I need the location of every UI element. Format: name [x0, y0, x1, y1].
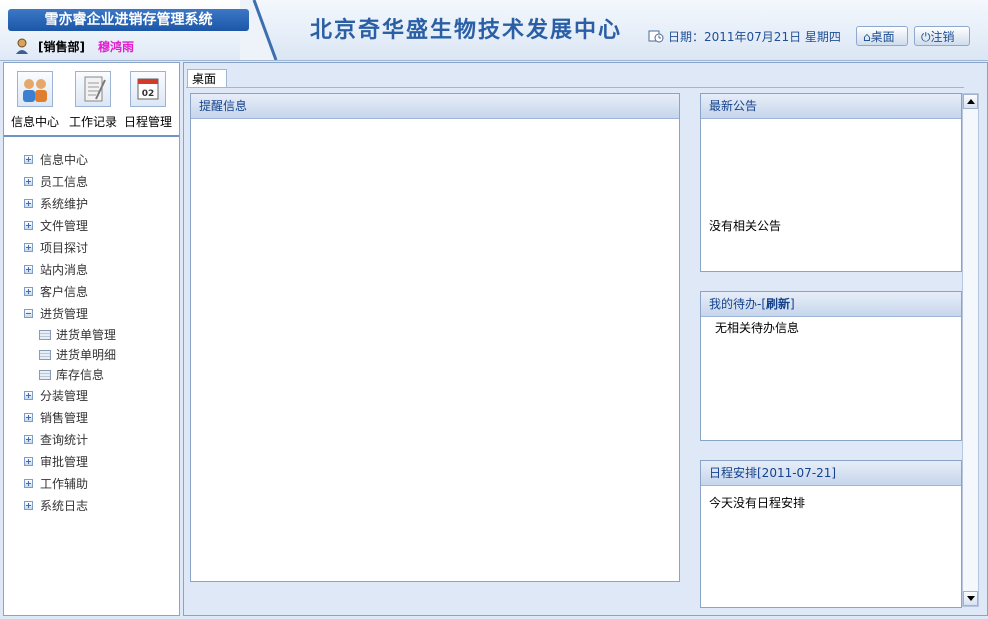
logout-button-label: 注销 [930, 30, 955, 44]
todo-panel: 我的待办-[刷新] 无相关待办信息 [700, 291, 962, 441]
scroll-up-arrow-icon[interactable] [963, 94, 978, 109]
nav-item-purchase-management[interactable]: 进货管理 [20, 303, 170, 325]
nav-item-label: 站内消息 [40, 263, 89, 277]
user-department: [销售部] [38, 40, 85, 54]
nav-subitem-purchase-order-details[interactable]: 进货单明细 [20, 345, 170, 365]
todo-panel-title: 我的待办-[刷新] [701, 292, 961, 317]
schedule-panel: 日程安排[2011-07-21] 今天没有日程安排 [700, 460, 962, 608]
nav-item-label: 项目探讨 [40, 241, 89, 255]
nav-item-info-center[interactable]: 信息中心 [20, 149, 170, 171]
nav-item-sales-management[interactable]: 销售管理 [20, 407, 170, 429]
nav-item-label: 系统日志 [40, 499, 89, 513]
document-icon [39, 350, 51, 360]
user-name: 穆鸿雨 [98, 40, 135, 54]
shortcut-schedule[interactable]: 02 日程管理 [120, 71, 176, 133]
desktop-button-label: 桌面 [870, 30, 895, 44]
shortcut-label: 日程管理 [123, 115, 172, 129]
nav-tree: 信息中心 员工信息 系统维护 文件管理 项目探讨 站内消息 客户信息 进货管理 … [20, 149, 170, 517]
nav-subitem-purchase-order-management[interactable]: 进货单管理 [20, 325, 170, 345]
expand-icon [24, 413, 33, 422]
expand-icon [24, 221, 33, 230]
nav-item-employee-info[interactable]: 员工信息 [20, 171, 170, 193]
nav-item-approval-management[interactable]: 审批管理 [20, 451, 170, 473]
notice-panel: 最新公告 没有相关公告 [700, 93, 962, 272]
nav-item-label: 文件管理 [40, 219, 89, 233]
expand-icon [24, 177, 33, 186]
remind-panel-title: 提醒信息 [191, 94, 679, 119]
calendar-day-badge: 02 [142, 89, 155, 99]
document-icon [39, 370, 51, 380]
todo-panel-body: 无相关待办信息 [715, 321, 800, 335]
nav-subitem-inventory-info[interactable]: 库存信息 [20, 365, 170, 385]
sidebar: 信息中心 工作记录 02 日程管理 信息中心 员工信息 系统维护 文件管理 项目 [3, 62, 180, 616]
expand-icon [24, 457, 33, 466]
nav-item-label: 审批管理 [40, 455, 89, 469]
nav-subitem-label: 进货单明细 [56, 348, 117, 362]
power-icon: ⏻ [921, 30, 931, 44]
calendar-icon: 02 [130, 71, 166, 107]
organization-title: 北京奇华盛生物技术发展中心 [310, 17, 623, 43]
logout-button[interactable]: ⏻注销 [914, 26, 970, 46]
vertical-scrollbar[interactable] [962, 93, 979, 607]
system-title: 雪亦睿企业进销存管理系统 [8, 9, 249, 31]
nav-item-label: 进货管理 [40, 307, 89, 321]
shortcut-label: 工作记录 [68, 115, 117, 129]
desktop-button[interactable]: ⌂桌面 [856, 26, 908, 46]
shortcut-info-center[interactable]: 信息中心 [7, 71, 63, 133]
expand-icon [24, 501, 33, 510]
nav-item-project-discussion[interactable]: 项目探讨 [20, 237, 170, 259]
todo-title-suffix: ] [790, 297, 795, 311]
tab-underline [186, 87, 964, 88]
notice-panel-title: 最新公告 [701, 94, 961, 119]
nav-item-query-statistics[interactable]: 查询统计 [20, 429, 170, 451]
shortcut-work-record[interactable]: 工作记录 [65, 71, 121, 133]
expand-icon [24, 199, 33, 208]
nav-subitem-label: 库存信息 [56, 368, 105, 382]
nav-item-label: 查询统计 [40, 433, 89, 447]
nav-item-packaging-management[interactable]: 分装管理 [20, 385, 170, 407]
nav-subitem-label: 进货单管理 [56, 328, 117, 342]
people-icon [17, 71, 53, 107]
sidebar-divider [4, 135, 179, 137]
clock-icon [648, 30, 664, 43]
user-icon [16, 38, 28, 54]
schedule-panel-body: 今天没有日程安排 [709, 496, 806, 510]
nav-item-system-maintenance[interactable]: 系统维护 [20, 193, 170, 215]
date-display: 日期：2011年07月21日 星期四 [668, 30, 841, 44]
home-icon: ⌂ [863, 30, 871, 44]
nav-item-label: 系统维护 [40, 197, 89, 211]
expand-icon [24, 391, 33, 400]
nav-item-label: 分装管理 [40, 389, 89, 403]
tab-desktop[interactable]: 桌面 [187, 69, 227, 87]
shortcut-label: 信息中心 [10, 115, 59, 129]
nav-item-file-management[interactable]: 文件管理 [20, 215, 170, 237]
nav-item-label: 员工信息 [40, 175, 89, 189]
notepad-icon [75, 71, 111, 107]
scroll-down-arrow-icon[interactable] [963, 591, 978, 606]
expand-icon [24, 155, 33, 164]
document-icon [39, 330, 51, 340]
nav-item-label: 工作辅助 [40, 477, 89, 491]
nav-item-site-messages[interactable]: 站内消息 [20, 259, 170, 281]
expand-icon [24, 243, 33, 252]
nav-item-label: 信息中心 [40, 153, 89, 167]
todo-title-prefix: 我的待办-[ [709, 297, 767, 311]
nav-item-label: 客户信息 [40, 285, 89, 299]
expand-icon [24, 265, 33, 274]
nav-item-system-log[interactable]: 系统日志 [20, 495, 170, 517]
schedule-panel-title: 日程安排[2011-07-21] [701, 461, 961, 486]
nav-item-work-assistant[interactable]: 工作辅助 [20, 473, 170, 495]
nav-item-customer-info[interactable]: 客户信息 [20, 281, 170, 303]
nav-item-label: 销售管理 [40, 411, 89, 425]
collapse-icon [24, 309, 33, 318]
refresh-link[interactable]: 刷新 [766, 297, 790, 311]
expand-icon [24, 287, 33, 296]
notice-panel-body: 没有相关公告 [709, 219, 782, 233]
expand-icon [24, 479, 33, 488]
expand-icon [24, 435, 33, 444]
remind-panel: 提醒信息 [190, 93, 680, 582]
